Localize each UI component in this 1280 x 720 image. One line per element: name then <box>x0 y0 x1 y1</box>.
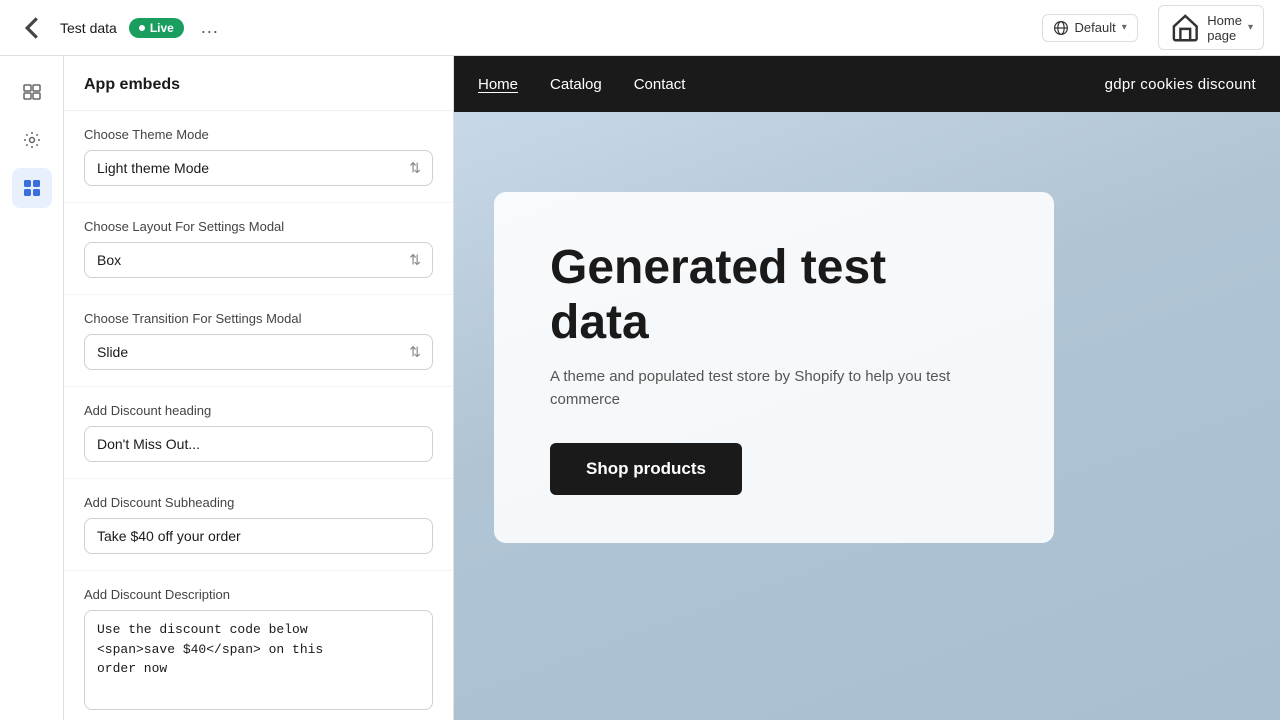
layout-select-wrapper: Box Drawer Popup <box>84 242 433 278</box>
live-dot <box>139 25 145 31</box>
nav-home-link[interactable]: Home <box>478 76 518 93</box>
transition-label: Choose Transition For Settings Modal <box>84 311 433 326</box>
back-button[interactable] <box>16 12 48 44</box>
layout-section: Choose Layout For Settings Modal Box Dra… <box>64 203 453 295</box>
nav-right-text: gdpr cookies discount <box>1105 76 1256 93</box>
discount-description-section: Add Discount Description Use the discoun… <box>64 571 453 720</box>
transition-select[interactable]: Slide Fade Zoom <box>84 334 433 370</box>
theme-mode-select[interactable]: Light theme Mode Dark theme Mode <box>84 150 433 186</box>
preview-nav: Home Catalog Contact gdpr cookies discou… <box>454 56 1280 112</box>
live-badge: Live <box>129 18 184 38</box>
settings-panel: App embeds Choose Theme Mode Light theme… <box>64 56 454 720</box>
sidebar-item-settings[interactable] <box>12 120 52 160</box>
settings-panel-header: App embeds <box>64 56 453 111</box>
layout-label: Choose Layout For Settings Modal <box>84 219 433 234</box>
theme-mode-select-wrapper: Light theme Mode Dark theme Mode <box>84 150 433 186</box>
theme-selector[interactable]: Default ▾ <box>1042 14 1138 42</box>
theme-mode-section: Choose Theme Mode Light theme Mode Dark … <box>64 111 453 203</box>
main-layout: App embeds Choose Theme Mode Light theme… <box>0 56 1280 720</box>
sidebar-item-apps[interactable] <box>12 168 52 208</box>
page-selector[interactable]: Home page ▾ <box>1158 5 1264 50</box>
transition-select-wrapper: Slide Fade Zoom <box>84 334 433 370</box>
preview-hero: Generated test data A theme and populate… <box>454 112 1280 720</box>
sidebar-item-layout[interactable] <box>12 72 52 112</box>
discount-subheading-input[interactable] <box>84 518 433 554</box>
preview-panel: Home Catalog Contact gdpr cookies discou… <box>454 56 1280 720</box>
icon-sidebar <box>0 56 64 720</box>
preview-card-title: Generated test data <box>550 240 998 350</box>
more-menu-button[interactable]: ... <box>196 14 224 42</box>
theme-mode-label: Choose Theme Mode <box>84 127 433 142</box>
preview-card-subtitle: A theme and populated test store by Shop… <box>550 366 998 411</box>
preview-card: Generated test data A theme and populate… <box>494 192 1054 543</box>
theme-chevron-icon: ▾ <box>1122 22 1127 33</box>
topbar: Test data Live ... Default ▾ Home page ▾ <box>0 0 1280 56</box>
discount-description-label: Add Discount Description <box>84 587 433 602</box>
shop-products-button[interactable]: Shop products <box>550 443 742 495</box>
transition-section: Choose Transition For Settings Modal Sli… <box>64 295 453 387</box>
page-chevron-icon: ▾ <box>1248 22 1253 33</box>
discount-subheading-section: Add Discount Subheading <box>64 479 453 571</box>
layout-select[interactable]: Box Drawer Popup <box>84 242 433 278</box>
discount-subheading-label: Add Discount Subheading <box>84 495 433 510</box>
nav-catalog-link[interactable]: Catalog <box>550 76 602 93</box>
discount-description-textarea[interactable]: Use the discount code below <span>save $… <box>84 610 433 710</box>
nav-contact-link[interactable]: Contact <box>634 76 686 93</box>
topbar-title: Test data <box>60 20 117 36</box>
discount-heading-section: Add Discount heading <box>64 387 453 479</box>
discount-heading-label: Add Discount heading <box>84 403 433 418</box>
discount-heading-input[interactable] <box>84 426 433 462</box>
